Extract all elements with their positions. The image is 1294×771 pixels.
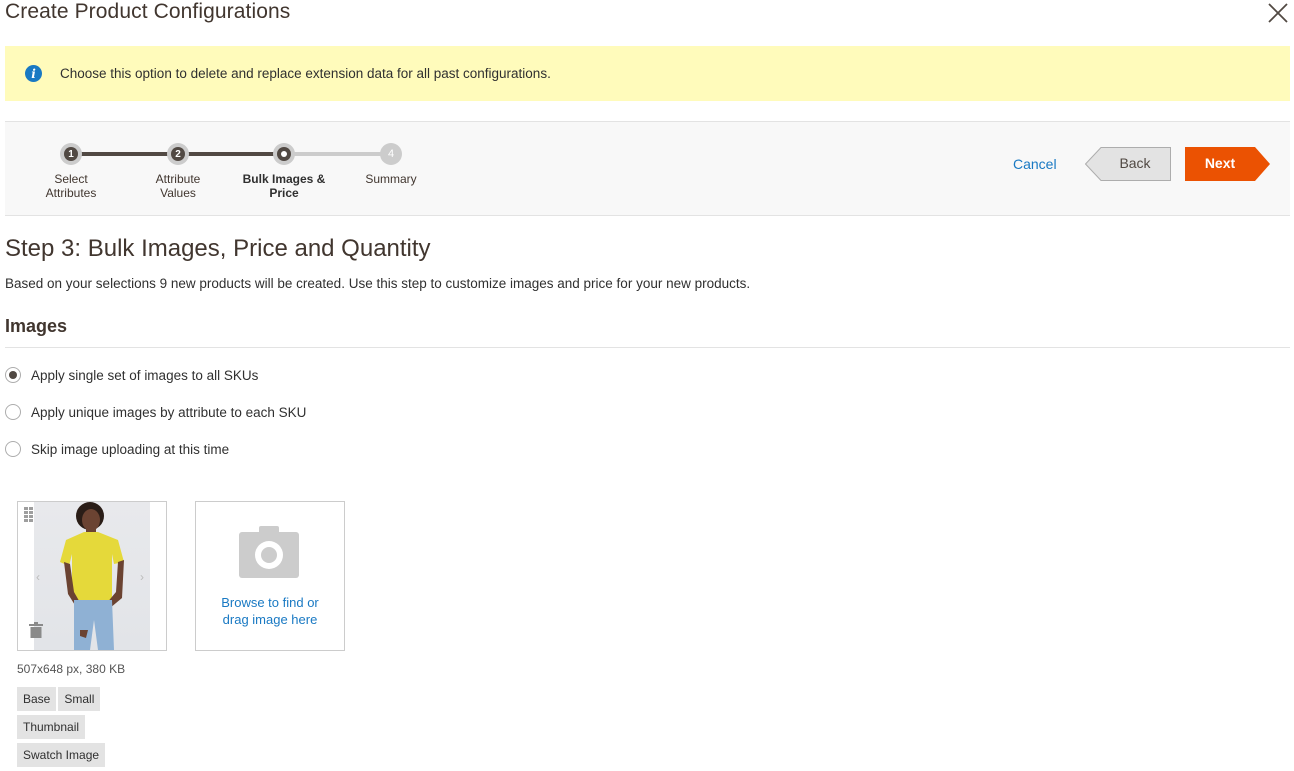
role-tag-base: Base [17,687,57,711]
notice-text: Choose this option to delete and replace… [60,66,551,81]
next-label: Next [1204,155,1236,171]
role-tag-thumbnail: Thumbnail [17,715,86,739]
step-label: Attribute Values [155,172,201,200]
info-icon: i [25,65,42,82]
step-number: 1 [64,147,78,161]
cancel-button[interactable]: Cancel [1013,156,1057,172]
image-meta: 507x648 px, 380 KB [17,662,126,676]
step-label: Bulk Images & Price [242,172,326,200]
wizard-steps: 1 Select Attributes 2 Attribute Values Bul… [5,122,445,217]
radio-button[interactable] [5,404,21,420]
section-divider [5,347,1290,348]
back-button[interactable]: Back [1085,147,1171,181]
step-label: Summary [365,172,417,186]
product-image[interactable] [34,502,150,650]
step-number: 2 [171,147,185,161]
wizard-navigation: 1 Select Attributes 2 Attribute Values Bul… [5,121,1290,216]
radio-button[interactable] [5,441,21,457]
step-description: Based on your selections 9 new products … [5,276,751,291]
radio-label: Apply single set of images to all SKUs [31,367,259,383]
image-upload-dropzone[interactable]: Browse to find or drag image here [195,501,345,651]
notice-banner: i Choose this option to delete and repla… [5,46,1290,101]
role-tag-swatch-image: Swatch Image [17,743,106,767]
role-tag-small: Small [58,687,101,711]
upload-instructions[interactable]: Browse to find or drag image here [196,594,344,628]
current-step-marker [277,147,291,161]
next-button[interactable]: Next [1185,147,1271,181]
radio-apply-single-set[interactable]: Apply single set of images to all SKUs [5,367,258,383]
radio-apply-unique-images[interactable]: Apply unique images by attribute to each… [5,404,306,420]
radio-label: Skip image uploading at this time [31,441,230,457]
step-label: Select Attributes [45,172,97,200]
modal-title: Create Product Configurations [5,0,291,23]
camera-icon [239,526,299,578]
next-image-icon[interactable]: › [140,570,144,584]
radio-button[interactable] [5,367,21,383]
progress-track-remaining [285,152,391,156]
images-section-title: Images [5,316,68,336]
product-photo-illustration [60,502,124,650]
product-image-card[interactable]: ‹ › [17,501,167,651]
step-number: 4 [384,147,398,161]
radio-label: Apply unique images by attribute to each… [31,404,307,420]
radio-skip-upload[interactable]: Skip image uploading at this time [5,441,229,457]
back-label: Back [1119,155,1151,171]
drag-handle-icon[interactable] [24,507,34,523]
close-icon [1268,3,1288,23]
previous-image-icon[interactable]: ‹ [36,570,40,584]
step-title: Step 3: Bulk Images, Price and Quantity [5,235,431,262]
image-roles: Base Small Thumbnail Swatch Image [17,687,217,771]
trash-icon[interactable] [29,622,43,638]
close-button[interactable] [1266,1,1290,25]
